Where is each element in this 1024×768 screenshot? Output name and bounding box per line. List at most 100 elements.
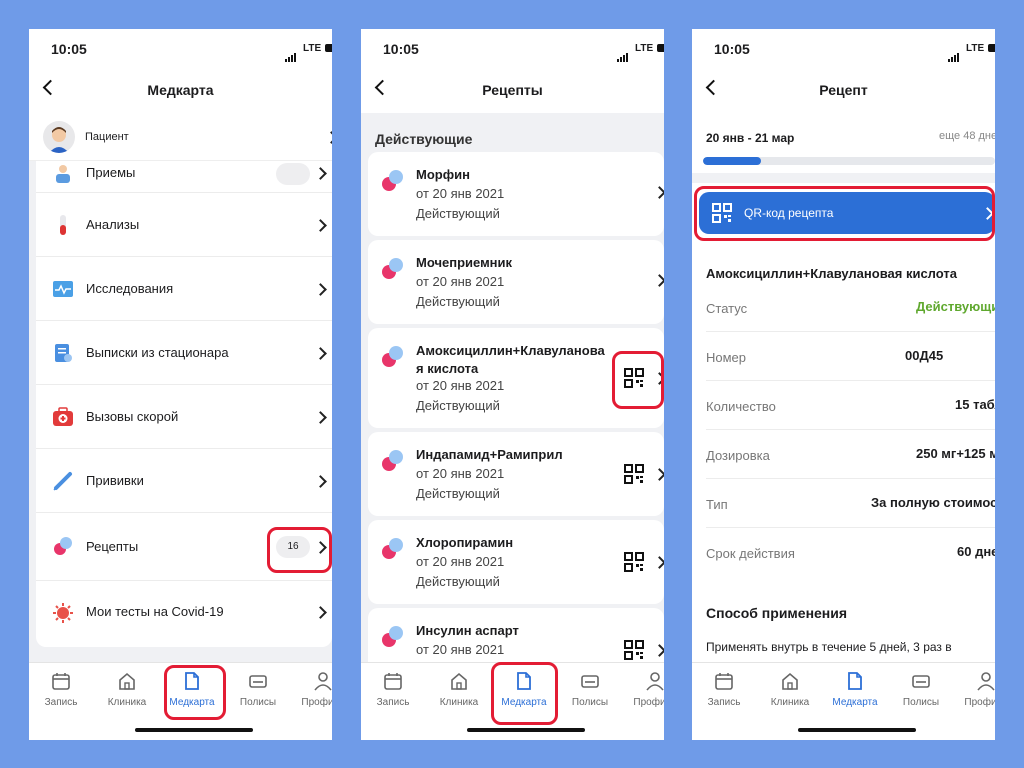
tab-clinic[interactable]: Клиника (97, 671, 157, 708)
highlight-frame (612, 351, 664, 409)
detail-row-quantity: Количество 15 табл (706, 381, 995, 430)
document-icon (848, 672, 862, 690)
prescription-name: Инсулин аспарт (416, 623, 519, 638)
virus-icon (53, 603, 73, 623)
detail-row-validity: Срок действия 60 дней (706, 528, 995, 577)
card-icon (912, 675, 930, 688)
pill-icon (382, 450, 403, 471)
tab-label: Профиль (964, 697, 995, 708)
pill-icon (382, 258, 403, 279)
tab-appointments[interactable]: Запись (694, 671, 754, 708)
prescription-status: Действующий (416, 294, 500, 309)
tab-policies[interactable]: Полисы (560, 671, 620, 708)
pill-icon (382, 626, 403, 647)
detail-row-number: Номер 00Д45 (706, 332, 995, 381)
menu-item-label: Исследования (86, 281, 174, 296)
chevron-right-icon (653, 468, 664, 481)
tab-label: Профиль (301, 697, 332, 708)
tab-policies[interactable]: Полисы (228, 671, 288, 708)
status-bar: 10:05 LTE (29, 29, 332, 69)
home-indicator (135, 728, 253, 732)
prescription-status: Действующий (416, 206, 500, 221)
pill-icon (382, 170, 403, 191)
tab-profile[interactable]: Профиль (956, 671, 995, 708)
chevron-right-icon (653, 274, 664, 287)
prescription-card[interactable]: Морфин от 20 янв 2021 Действующий (368, 152, 664, 236)
pill-icon (382, 538, 403, 559)
menu-item-label: Анализы (86, 217, 140, 232)
detail-value: 60 дней (957, 544, 995, 559)
prescription-status: Действующий (416, 574, 500, 589)
signal-icon (285, 44, 297, 62)
prescription-date: от 20 янв 2021 (416, 642, 505, 657)
qr-code-icon[interactable] (624, 552, 644, 572)
chevron-right-icon (653, 556, 664, 569)
tab-profile[interactable]: Профиль (625, 671, 664, 708)
document-icon (55, 344, 72, 362)
tab-clinic[interactable]: Клиника (760, 671, 820, 708)
battery-icon (988, 44, 995, 52)
prescription-card[interactable]: Хлоропирамин от 20 янв 2021 Действующий (368, 520, 664, 604)
menu-item-vaccinations[interactable]: Прививки (36, 449, 332, 513)
test-tube-icon (60, 215, 66, 235)
card-icon (249, 675, 267, 688)
syringe-icon (53, 472, 72, 491)
person-icon (314, 672, 332, 691)
menu-item-discharges[interactable]: Выписки из стационара (36, 321, 332, 385)
detail-value: 15 табл (955, 397, 995, 412)
home-indicator (467, 728, 585, 732)
menu-item-covid-tests[interactable]: Мои тесты на Covid-19 (36, 581, 332, 645)
calendar-icon (384, 673, 402, 690)
tab-appointments[interactable]: Запись (363, 671, 423, 708)
qr-code-icon[interactable] (624, 464, 644, 484)
chevron-right-icon (314, 167, 327, 180)
tab-appointments[interactable]: Запись (31, 671, 91, 708)
menu-item-analyses[interactable]: Анализы (36, 193, 332, 257)
pill-icon (382, 346, 403, 367)
menu-item-label: Мои тесты на Covid-19 (86, 604, 224, 619)
status-bar: 10:05 LTE (361, 29, 664, 69)
prescription-name: Хлоропирамин (416, 535, 514, 550)
person-icon (977, 672, 995, 691)
tab-medcard[interactable]: Медкарта (825, 671, 885, 708)
detail-value: Действующий (916, 299, 995, 314)
network-label: LTE (303, 43, 322, 54)
status-bar: 10:05 LTE (692, 29, 995, 69)
prescription-name: Морфин (416, 167, 470, 182)
chevron-right-icon (653, 644, 664, 657)
detail-row-dosage: Дозировка 250 мг+125 мг (706, 430, 995, 479)
first-aid-icon (53, 407, 73, 426)
page-title: Медкарта (147, 82, 214, 98)
prescription-status: Действующий (416, 398, 500, 413)
prescription-status: Действующий (416, 486, 500, 501)
tab-label: Клиника (770, 697, 810, 708)
detail-row-type: Тип За полную стоимость (706, 479, 995, 528)
tab-profile[interactable]: Профиль (293, 671, 332, 708)
qr-code-icon[interactable] (624, 640, 644, 660)
usage-heading: Способ применения (706, 605, 848, 621)
nav-header: Рецепты (361, 69, 664, 113)
menu-item-label: Рецепты (86, 539, 139, 554)
status-time: 10:05 (714, 41, 750, 57)
highlight-frame (164, 665, 226, 720)
menu-item-research[interactable]: Исследования (36, 257, 332, 321)
tab-policies[interactable]: Полисы (891, 671, 951, 708)
phone-screen-medcard: 10:05 LTE Медкарта Пациент Приемы Анализ… (29, 29, 332, 740)
prescription-card[interactable]: Мочеприемник от 20 янв 2021 Действующий (368, 240, 664, 324)
battery-icon (325, 44, 332, 52)
detail-key: Номер (706, 350, 747, 365)
detail-key: Статус (706, 301, 748, 316)
menu-item-appointments[interactable]: Приемы (36, 143, 332, 193)
tab-label: Полисы (239, 697, 277, 708)
prescription-name: Индапамид+Рамиприл (416, 447, 563, 462)
house-icon (119, 672, 135, 690)
chevron-right-icon (325, 131, 332, 144)
highlight-frame (491, 662, 558, 725)
prescription-card[interactable]: Индапамид+Рамиприл от 20 янв 2021 Действ… (368, 432, 664, 516)
status-time: 10:05 (383, 41, 419, 57)
tab-label: Полисы (571, 697, 609, 708)
tab-clinic[interactable]: Клиника (429, 671, 489, 708)
menu-item-ambulance[interactable]: Вызовы скорой (36, 385, 332, 449)
tab-label: Полисы (902, 697, 940, 708)
medcard-menu: Приемы Анализы Исследования Выписки из с… (36, 161, 332, 647)
